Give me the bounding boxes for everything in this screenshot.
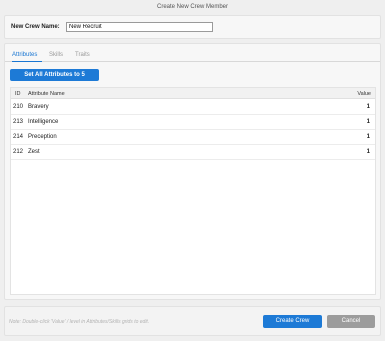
cell-value[interactable]: 1 xyxy=(367,119,370,125)
column-header-id[interactable]: ID xyxy=(15,91,21,97)
table-row[interactable]: 212 Zest 1 xyxy=(11,145,375,160)
table-row[interactable]: 213 Intelligence 1 xyxy=(11,115,375,130)
cell-name: Preception xyxy=(28,134,57,140)
set-all-attributes-button[interactable]: Set All Attributes to 5 xyxy=(10,69,99,81)
tab-skills[interactable]: Skills xyxy=(49,51,63,62)
window-title: Create New Crew Member xyxy=(156,4,229,10)
cell-value[interactable]: 1 xyxy=(367,149,370,155)
dialog-footer: Note: Double-click 'Value' / level in At… xyxy=(4,306,381,336)
attributes-table: ID Attribute Name Value 210 Bravery 1 21… xyxy=(10,87,376,295)
create-crew-dialog: Create New Crew Member New Crew Name: At… xyxy=(0,0,385,341)
table-header: ID Attribute Name Value xyxy=(11,88,375,99)
crew-name-input[interactable] xyxy=(66,22,213,32)
cancel-button[interactable]: Cancel xyxy=(327,315,375,328)
cell-name: Intelligence xyxy=(28,119,59,125)
tab-attributes[interactable]: Attributes xyxy=(12,51,42,62)
cell-value[interactable]: 1 xyxy=(367,134,370,140)
crew-name-label: New Crew Name: xyxy=(11,24,60,30)
cell-id: 213 xyxy=(13,119,24,125)
tabs-panel: Attributes Skills Traits Set All Attribu… xyxy=(4,43,381,300)
table-row[interactable]: 214 Preception 1 xyxy=(11,130,375,145)
edit-hint-note: Note: Double-click 'Value' / level in At… xyxy=(9,319,150,325)
crew-name-section: New Crew Name: xyxy=(4,15,381,39)
tab-traits[interactable]: Traits xyxy=(75,51,90,62)
column-header-value[interactable]: Value xyxy=(357,91,371,97)
cell-id: 212 xyxy=(13,149,24,155)
table-row[interactable]: 210 Bravery 1 xyxy=(11,100,375,115)
cell-name: Zest xyxy=(28,149,40,155)
cell-name: Bravery xyxy=(28,104,49,110)
cell-value[interactable]: 1 xyxy=(367,104,370,110)
create-crew-button[interactable]: Create Crew xyxy=(263,315,322,328)
cell-id: 214 xyxy=(13,134,24,140)
cell-id: 210 xyxy=(13,104,24,110)
tab-bar: Attributes Skills Traits xyxy=(5,49,380,62)
column-header-name[interactable]: Attribute Name xyxy=(28,91,65,97)
